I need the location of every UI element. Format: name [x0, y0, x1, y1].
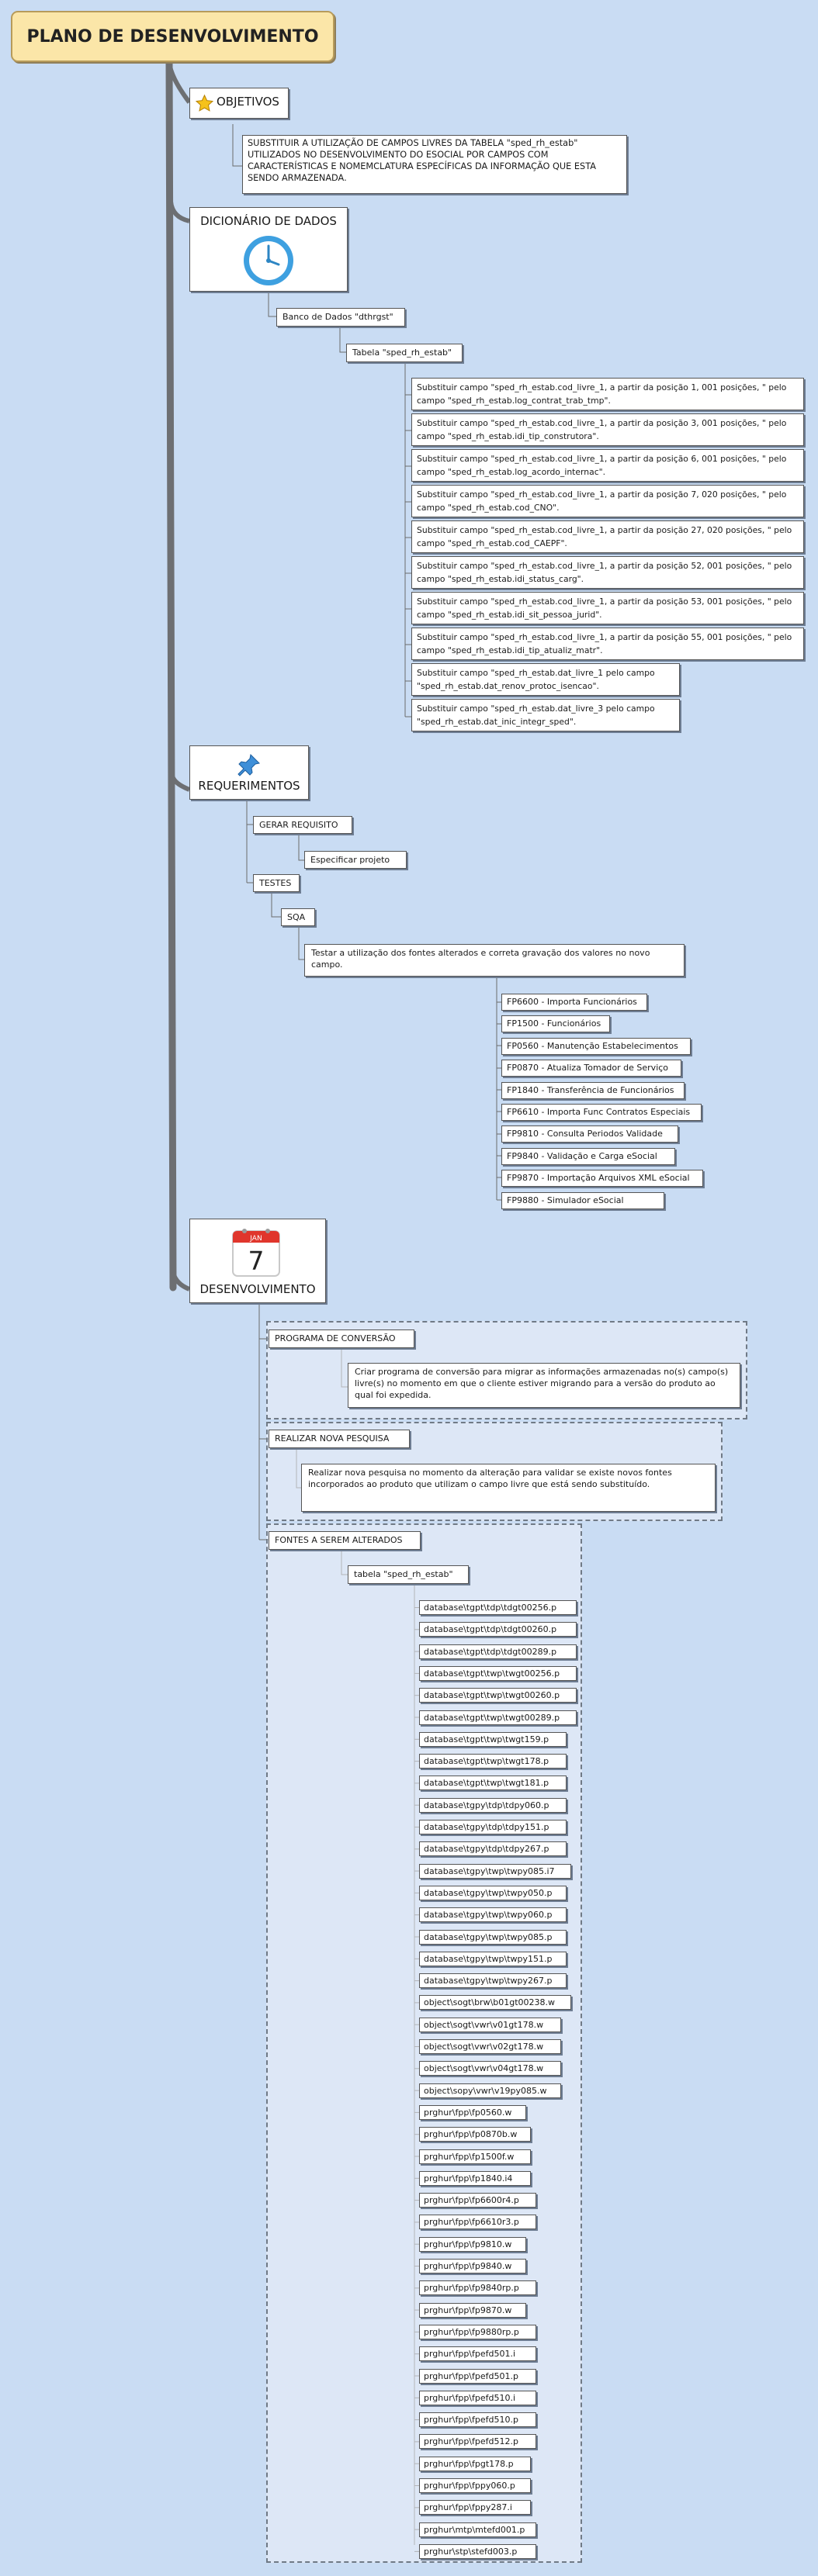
- campo-substituicao: Substituir campo "sped_rh_estab.cod_livr…: [411, 413, 804, 446]
- programa-item: FP6600 - Importa Funcionários: [501, 994, 647, 1011]
- tabela-fontes: tabela "sped_rh_estab": [348, 1565, 469, 1584]
- testar-fontes: Testar a utilização dos fontes alterados…: [304, 944, 685, 977]
- arquivo-item: database\tgpy\twp\twpy060.p: [419, 1907, 567, 1923]
- clock-icon: [244, 236, 293, 285]
- objetivos-label: OBJETIVOS: [217, 95, 279, 109]
- desenvolvimento-label: DESENVOLVIMENTO: [199, 1282, 316, 1296]
- arquivo-item: database\tgpt\twp\twgt00260.p: [419, 1688, 577, 1703]
- programa-item: FP9840 - Validação e Carga eSocial: [501, 1147, 675, 1165]
- tabela-sped-rh-estab: Tabela "sped_rh_estab": [346, 344, 463, 362]
- realizar-nova-pesquisa: REALIZAR NOVA PESQUISA: [269, 1430, 410, 1448]
- programa-item: FP9810 - Consulta Periodos Validade: [501, 1125, 678, 1143]
- testes: TESTES: [253, 874, 300, 892]
- calendar-day: 7: [248, 1246, 265, 1276]
- arquivo-item: prghur\fpp\fp6600r4.p: [419, 2193, 536, 2208]
- pushpin-icon: [237, 753, 261, 776]
- arquivo-item: prghur\fpp\fp1500f.w: [419, 2149, 531, 2164]
- mind-map-canvas: PLANO DE DESENVOLVIMENTO OBJETIVOS SUBST…: [0, 0, 818, 2576]
- arquivo-item: database\tgpy\twp\twpy267.p: [419, 1973, 567, 1989]
- sqa: SQA: [281, 908, 315, 926]
- calendar-icon: JAN 7: [232, 1229, 280, 1277]
- arquivo-item: prghur\fpp\fp1840.i4: [419, 2170, 531, 2186]
- arquivo-item: database\tgpy\twp\twpy050.p: [419, 1885, 567, 1900]
- arquivo-item: prghur\fpp\fpefd512.p: [419, 2434, 536, 2450]
- campo-substituicao: Substituir campo "sped_rh_estab.cod_livr…: [411, 485, 804, 517]
- arquivo-item: prghur\fpp\fpgt178.p: [419, 2456, 531, 2471]
- campo-substituicao: Substituir campo "sped_rh_estab.cod_livr…: [411, 556, 804, 589]
- arquivo-item: prghur\fpp\fp9840.w: [419, 2259, 526, 2273]
- programa-item: FP1500 - Funcionários: [501, 1015, 610, 1033]
- arquivo-item: prghur\fpp\fp9870.w: [419, 2302, 526, 2318]
- fontes-a-serem-alterados: FONTES A SEREM ALTERADOS: [269, 1531, 421, 1550]
- arquivo-item: prghur\fpp\fp9810.w: [419, 2236, 526, 2252]
- programa-item: FP0870 - Atualiza Tomador de Serviço: [501, 1060, 681, 1077]
- banco-de-dados: Banco de Dados "dthrgst": [276, 308, 405, 327]
- arquivo-item: prghur\fpp\fpefd501.p: [419, 2368, 536, 2384]
- programa-de-conversao: PROGRAMA DE CONVERSÃO: [269, 1329, 414, 1348]
- branch-objetivos: OBJETIVOS: [189, 88, 289, 119]
- arquivo-item: database\tgpt\twp\twgt00289.p: [419, 1710, 577, 1725]
- branch-dicionario-de-dados: DICIONÁRIO DE DADOS: [189, 207, 348, 292]
- arquivo-item: database\tgpt\twp\twgt178.p: [419, 1754, 567, 1769]
- arquivo-item: database\tgpt\tdp\tdgt00256.p: [419, 1600, 577, 1615]
- arquivo-item: prghur\fpp\fp0870b.w: [419, 2127, 531, 2142]
- dicionario-label: DICIONÁRIO DE DADOS: [200, 214, 337, 228]
- campo-substituicao: Substituir campo "sped_rh_estab.cod_livr…: [411, 592, 804, 624]
- arquivo-item: prghur\fpp\fpefd501.i: [419, 2346, 536, 2362]
- arquivo-item: database\tgpt\twp\twgt00256.p: [419, 1665, 577, 1681]
- objetivos-text: SUBSTITUIR A UTILIZAÇÃO DE CAMPOS LIVRES…: [242, 135, 627, 194]
- arquivo-item: object\sogt\brw\b01gt00238.w: [419, 1995, 571, 2011]
- arquivo-item: database\tgpt\tdp\tdgt00260.p: [419, 1622, 577, 1637]
- arquivo-item: prghur\fpp\fp9840rp.p: [419, 2280, 536, 2296]
- arquivo-item: database\tgpy\tdp\tdpy151.p: [419, 1820, 567, 1834]
- arquivo-item: prghur\fpp\fp9880rp.p: [419, 2324, 536, 2339]
- arquivo-item: object\sogt\vwr\v04gt178.w: [419, 2061, 561, 2076]
- arquivo-item: prghur\fpp\fp6610r3.p: [419, 2215, 536, 2230]
- programa-conversao-text: Criar programa de conversão para migrar …: [348, 1363, 740, 1408]
- campo-substituicao: Substituir campo "sped_rh_estab.cod_livr…: [411, 628, 804, 660]
- programa-item: FP0560 - Manutenção Estabelecimentos: [501, 1037, 691, 1055]
- arquivo-item: prghur\fpp\fp0560.w: [419, 2104, 526, 2120]
- arquivo-item: database\tgpt\twp\twgt159.p: [419, 1731, 567, 1747]
- campo-substituicao: Substituir campo "sped_rh_estab.dat_livr…: [411, 663, 680, 696]
- arquivo-item: object\sogt\vwr\v02gt178.w: [419, 2039, 561, 2054]
- branch-desenvolvimento: JAN 7 DESENVOLVIMENTO: [189, 1219, 326, 1303]
- arquivo-item: prghur\stp\stefd003.p: [419, 2543, 536, 2559]
- arquivo-item: object\sogt\vwr\v01gt178.w: [419, 2017, 561, 2032]
- gerar-requisito: GERAR REQUISITO: [253, 816, 352, 834]
- arquivo-item: prghur\fpp\fppy287.i: [419, 2500, 531, 2515]
- programa-item: FP1840 - Transferência de Funcionários: [501, 1081, 685, 1099]
- arquivo-item: prghur\fpp\fpefd510.i: [419, 2390, 536, 2405]
- arquivo-item: prghur\fpp\fpefd510.p: [419, 2412, 536, 2428]
- star-icon: [195, 94, 214, 112]
- arquivo-item: object\sopy\vwr\v19py085.w: [419, 2083, 561, 2098]
- especificar-projeto: Especificar projeto: [304, 851, 407, 869]
- arquivo-item: database\tgpy\twp\twpy085.i7: [419, 1863, 571, 1879]
- arquivo-item: database\tgpt\twp\twgt181.p: [419, 1776, 567, 1791]
- arquivo-item: database\tgpy\twp\twpy085.p: [419, 1929, 567, 1945]
- campo-substituicao: Substituir campo "sped_rh_estab.cod_livr…: [411, 449, 804, 482]
- campo-substituicao: Substituir campo "sped_rh_estab.cod_livr…: [411, 378, 804, 410]
- root-title: PLANO DE DESENVOLVIMENTO: [11, 11, 334, 62]
- arquivo-item: prghur\fpp\fppy060.p: [419, 2478, 531, 2493]
- branch-requerimentos: REQUERIMENTOS: [189, 745, 309, 800]
- realizar-pesquisa-text: Realizar nova pesquisa no momento da alt…: [301, 1464, 716, 1512]
- programa-item: FP9880 - Simulador eSocial: [501, 1191, 664, 1209]
- arquivo-item: database\tgpt\tdp\tdgt00289.p: [419, 1644, 577, 1659]
- programa-item: FP6610 - Importa Func Contratos Especiai…: [501, 1104, 702, 1121]
- campo-substituicao: Substituir campo "sped_rh_estab.dat_livr…: [411, 699, 680, 731]
- programa-item: FP9870 - Importação Arquivos XML eSocial: [501, 1170, 703, 1188]
- requerimentos-label: REQUERIMENTOS: [198, 779, 300, 793]
- arquivo-item: database\tgpy\tdp\tdpy060.p: [419, 1797, 567, 1813]
- calendar-month: JAN: [249, 1235, 262, 1243]
- campo-substituicao: Substituir campo "sped_rh_estab.cod_livr…: [411, 520, 804, 553]
- arquivo-item: prghur\mtp\mtefd001.p: [419, 2522, 536, 2537]
- arquivo-item: database\tgpy\tdp\tdpy267.p: [419, 1841, 567, 1857]
- arquivo-item: database\tgpy\twp\twpy151.p: [419, 1951, 567, 1966]
